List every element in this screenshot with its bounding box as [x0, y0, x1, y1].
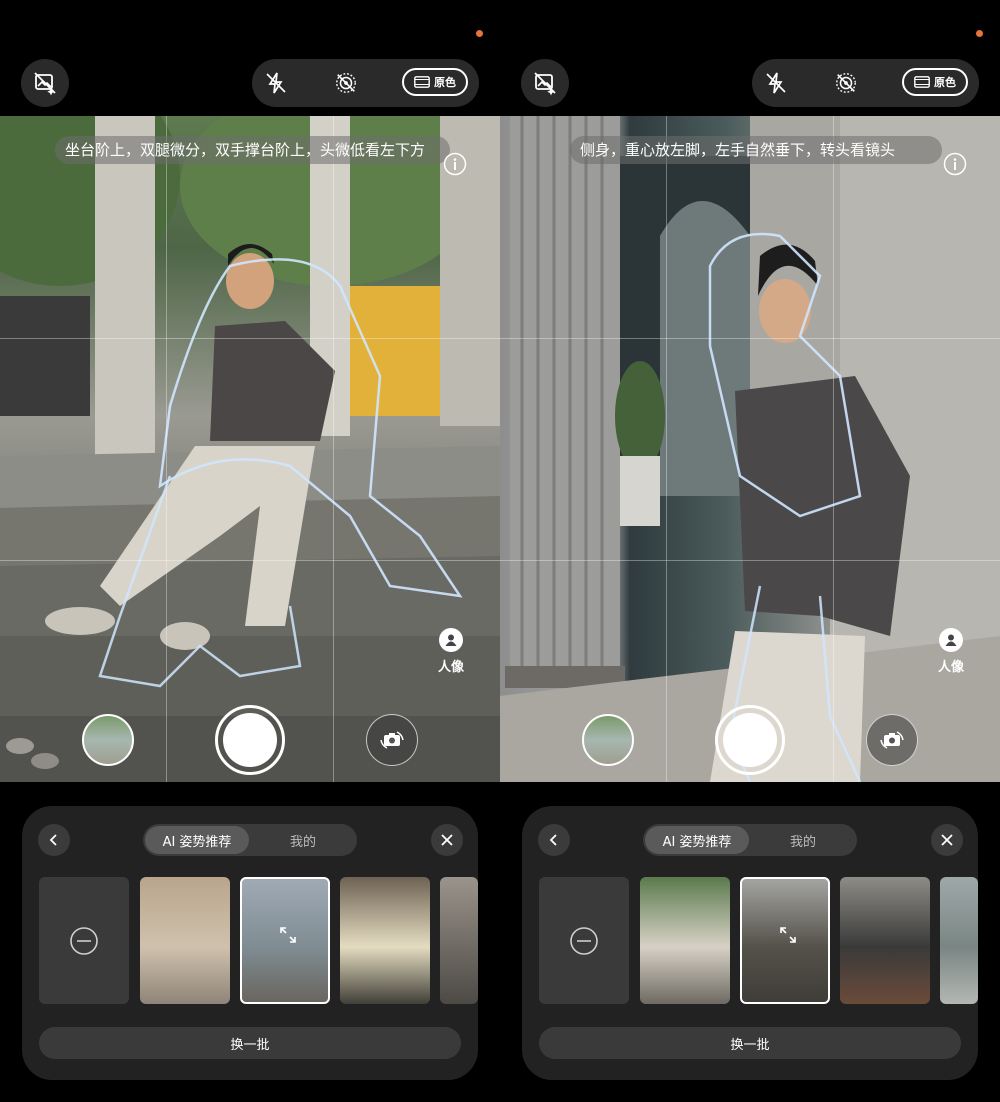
- pose-thumbnail[interactable]: [240, 877, 330, 1004]
- pose-hint-text: 侧身，重心放左脚，左手自然垂下，转头看镜头: [570, 136, 942, 164]
- person-icon: [439, 628, 463, 652]
- tab-ai-pose[interactable]: AI 姿势推荐: [645, 826, 749, 854]
- ai-pose-toggle-button[interactable]: [21, 59, 69, 107]
- switch-camera-button[interactable]: [366, 714, 418, 766]
- pose-thumbnail[interactable]: [840, 877, 930, 1004]
- filter-original-button[interactable]: 原色: [902, 68, 968, 96]
- info-icon[interactable]: [443, 152, 467, 176]
- pose-tabs: AI 姿势推荐 我的: [643, 824, 857, 856]
- info-icon[interactable]: [943, 152, 967, 176]
- ai-pose-toggle-button[interactable]: [521, 59, 569, 107]
- back-button[interactable]: [538, 824, 570, 856]
- ai-pose-off-icon: [534, 72, 556, 96]
- film-icon: [914, 76, 930, 88]
- tab-mine[interactable]: 我的: [753, 826, 853, 854]
- minus-circle-icon: [70, 926, 98, 955]
- grid-line-horizontal: [500, 338, 1000, 339]
- minus-circle-icon: [570, 926, 598, 955]
- expand-arrows-icon: [280, 927, 296, 943]
- gallery-thumbnail-button[interactable]: [582, 714, 634, 766]
- camera-screen-left: 原色 坐台阶上，双腿微分，双手撑台阶上，头微低看左下方 人像 AI 姿势推荐 我…: [0, 0, 500, 1102]
- camera-screen-right: 原色 侧身，重心放左脚，左手自然垂下，转头看镜头 人像 AI 姿势推荐 我的 换…: [500, 0, 1000, 1102]
- pose-thumbnail[interactable]: [340, 877, 430, 1004]
- back-button[interactable]: [38, 824, 70, 856]
- shutter-inner: [723, 713, 777, 767]
- portrait-mode-label: 人像: [437, 660, 464, 675]
- shutter-inner: [223, 713, 277, 767]
- live-photo-off-icon[interactable]: [334, 71, 358, 95]
- chevron-left-icon: [549, 834, 557, 846]
- close-icon: [441, 834, 453, 846]
- expand-arrows-icon: [780, 927, 796, 943]
- grid-line-vertical: [666, 116, 667, 782]
- shutter-button[interactable]: [715, 705, 785, 775]
- portrait-mode-badge[interactable]: 人像: [936, 628, 966, 675]
- top-controls-pill: 原色: [252, 59, 479, 107]
- pose-thumbnail[interactable]: [640, 877, 730, 1004]
- camera-scene-image: [0, 116, 500, 782]
- tab-mine[interactable]: 我的: [253, 826, 353, 854]
- pose-thumbnail[interactable]: [940, 877, 978, 1004]
- pose-recommend-panel: AI 姿势推荐 我的 换一批: [22, 806, 478, 1080]
- filter-label: 原色: [934, 76, 956, 89]
- portrait-mode-badge[interactable]: 人像: [436, 628, 466, 675]
- flash-off-icon[interactable]: [764, 71, 788, 95]
- person-icon: [939, 628, 963, 652]
- filter-original-button[interactable]: 原色: [402, 68, 468, 96]
- filter-label: 原色: [434, 76, 456, 89]
- tab-ai-pose[interactable]: AI 姿势推荐: [145, 826, 249, 854]
- camera-viewfinder[interactable]: 侧身，重心放左脚，左手自然垂下，转头看镜头 人像: [500, 116, 1000, 782]
- grid-line-vertical: [166, 116, 167, 782]
- pose-none-option[interactable]: [39, 877, 129, 1004]
- switch-camera-icon: [380, 731, 404, 749]
- refresh-batch-button[interactable]: 换一批: [539, 1027, 961, 1059]
- pose-tabs: AI 姿势推荐 我的: [143, 824, 357, 856]
- pose-hint-text: 坐台阶上，双腿微分，双手撑台阶上，头微低看左下方: [55, 136, 450, 164]
- grid-line-vertical: [333, 116, 334, 782]
- portrait-mode-label: 人像: [937, 660, 964, 675]
- ai-pose-off-icon: [34, 72, 56, 96]
- status-indicator-dot: [476, 30, 483, 37]
- flash-off-icon[interactable]: [264, 71, 288, 95]
- pose-thumbnail[interactable]: [740, 877, 830, 1004]
- pose-none-option[interactable]: [539, 877, 629, 1004]
- grid-line-horizontal: [500, 560, 1000, 561]
- switch-camera-icon: [880, 731, 904, 749]
- top-controls-pill: 原色: [752, 59, 979, 107]
- status-indicator-dot: [976, 30, 983, 37]
- switch-camera-button[interactable]: [866, 714, 918, 766]
- close-icon: [941, 834, 953, 846]
- shutter-button[interactable]: [215, 705, 285, 775]
- refresh-batch-button[interactable]: 换一批: [39, 1027, 461, 1059]
- grid-line-horizontal: [0, 560, 500, 561]
- pose-recommend-panel: AI 姿势推荐 我的 换一批: [522, 806, 978, 1080]
- close-button[interactable]: [431, 824, 463, 856]
- chevron-left-icon: [49, 834, 57, 846]
- pose-thumbnail[interactable]: [140, 877, 230, 1004]
- camera-scene-image: [500, 116, 1000, 782]
- close-button[interactable]: [931, 824, 963, 856]
- grid-line-vertical: [833, 116, 834, 782]
- live-photo-off-icon[interactable]: [834, 71, 858, 95]
- pose-thumbnail[interactable]: [440, 877, 478, 1004]
- film-icon: [414, 76, 430, 88]
- gallery-thumbnail-button[interactable]: [82, 714, 134, 766]
- camera-viewfinder[interactable]: 坐台阶上，双腿微分，双手撑台阶上，头微低看左下方 人像: [0, 116, 500, 782]
- grid-line-horizontal: [0, 338, 500, 339]
